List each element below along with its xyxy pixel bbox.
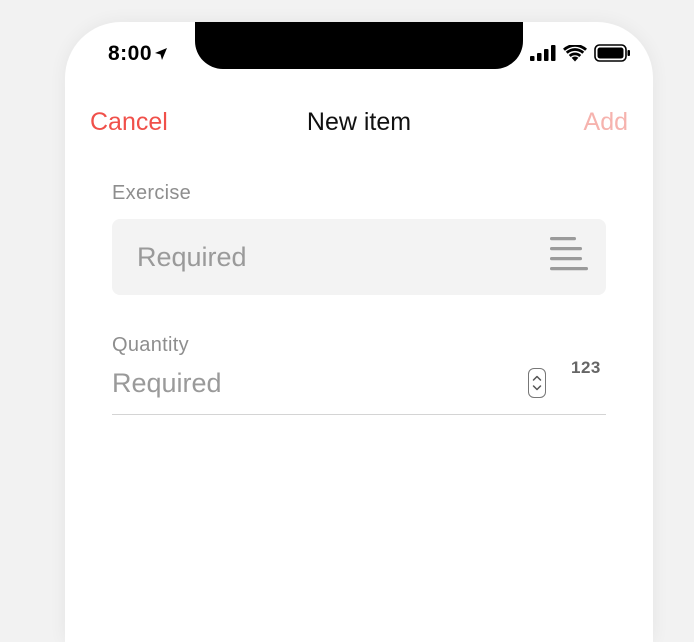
- exercise-picker-field[interactable]: Required: [112, 219, 606, 295]
- exercise-label: Exercise: [112, 182, 192, 204]
- status-bar-time: 8:00: [108, 42, 168, 66]
- battery-icon: [594, 44, 630, 62]
- device-notch: [195, 22, 523, 69]
- status-bar-indicators: [530, 44, 631, 62]
- status-time-text: 8:00: [108, 42, 153, 65]
- exercise-placeholder: Required: [137, 242, 247, 272]
- quantity-stepper[interactable]: [528, 368, 546, 398]
- list-icon[interactable]: [550, 236, 588, 272]
- quantity-placeholder: Required: [112, 368, 222, 398]
- numeric-keyboard-hint: 123: [571, 358, 601, 377]
- add-button[interactable]: Add: [584, 108, 628, 137]
- quantity-field[interactable]: Required 123: [112, 358, 606, 415]
- page-title: New item: [306, 108, 412, 136]
- navigation-bar: Cancel New item Add: [65, 108, 653, 144]
- stepper-icon: [532, 375, 542, 391]
- quantity-label: Quantity: [112, 334, 189, 356]
- phone-screen: 8:00 Cancel New item Add Exercise Requir…: [65, 22, 653, 642]
- location-arrow-icon: [155, 48, 168, 60]
- wifi-icon: [563, 44, 587, 61]
- cellular-signal-icon: [530, 45, 556, 61]
